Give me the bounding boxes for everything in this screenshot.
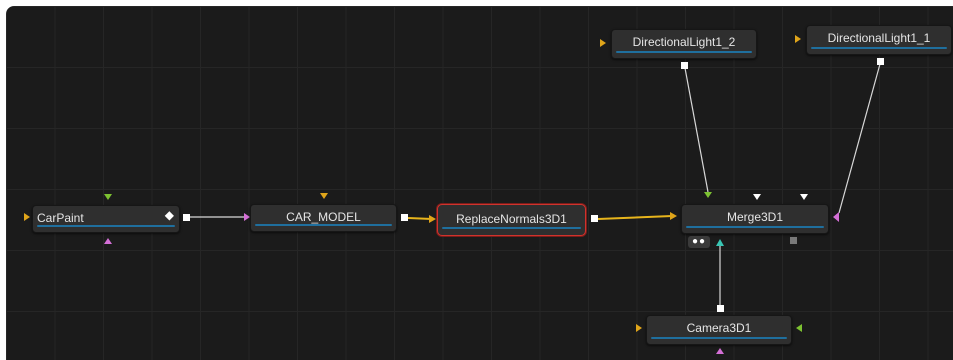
node-camera3d[interactable]: Camera3D1 bbox=[646, 315, 792, 345]
node-carpaint-bar bbox=[37, 225, 175, 227]
carpaint-output-port[interactable] bbox=[183, 214, 190, 221]
diamond-icon[interactable]: ◆ bbox=[165, 209, 174, 221]
node-directional-light-1[interactable]: DirectionalLight1_1 bbox=[806, 25, 952, 55]
merge-bottom-square[interactable] bbox=[790, 237, 797, 244]
carpaint-input-arrow[interactable] bbox=[24, 213, 30, 221]
light1-output-port[interactable] bbox=[877, 58, 884, 65]
merge-top-input-2[interactable] bbox=[800, 194, 808, 200]
node-canvas[interactable] bbox=[6, 6, 953, 360]
camera-bottom-input[interactable] bbox=[716, 348, 724, 354]
node-car-model[interactable]: CAR_MODEL bbox=[250, 204, 397, 232]
node-merge3d-label: Merge3D1 bbox=[726, 210, 784, 224]
node-carpaint-label: CarPaint bbox=[37, 211, 84, 225]
light1-input-arrow[interactable] bbox=[795, 35, 801, 43]
node-car-model-bar bbox=[255, 224, 392, 226]
node-directional-light-1-label: DirectionalLight1_1 bbox=[827, 31, 931, 45]
carpaint-top-input[interactable] bbox=[104, 194, 112, 200]
node-directional-light-2[interactable]: DirectionalLight1_2 bbox=[611, 29, 757, 59]
node-merge3d[interactable]: Merge3D1 bbox=[681, 204, 829, 234]
node-replace-normals-label: ReplaceNormals3D1 bbox=[456, 212, 567, 226]
carmodel-output-port[interactable] bbox=[401, 214, 408, 221]
node-merge3d-bar bbox=[686, 226, 824, 228]
dots-icon[interactable]: ●● bbox=[688, 236, 710, 248]
merge-top-input-1[interactable] bbox=[753, 194, 761, 200]
node-camera3d-bar bbox=[651, 337, 787, 339]
node-directional-light-2-bar bbox=[616, 51, 752, 53]
node-replace-normals[interactable]: ReplaceNormals3D1 bbox=[437, 204, 586, 236]
carpaint-bottom-input[interactable] bbox=[104, 238, 112, 244]
node-replace-normals-bar bbox=[442, 227, 581, 229]
node-directional-light-2-label: DirectionalLight1_2 bbox=[632, 35, 736, 49]
carmodel-top-input[interactable] bbox=[320, 193, 328, 199]
replacenormals-output-port[interactable] bbox=[591, 215, 598, 222]
node-directional-light-1-bar bbox=[811, 47, 947, 49]
node-carpaint[interactable]: CarPaint ◆ bbox=[32, 205, 180, 233]
node-camera3d-label: Camera3D1 bbox=[686, 321, 752, 335]
camera-input-arrow[interactable] bbox=[636, 324, 642, 332]
light2-output-port[interactable] bbox=[681, 62, 688, 69]
camera-output-port[interactable] bbox=[717, 305, 724, 312]
light2-input-arrow[interactable] bbox=[600, 39, 606, 47]
camera-right-input[interactable] bbox=[796, 324, 802, 332]
node-car-model-label: CAR_MODEL bbox=[286, 210, 361, 224]
